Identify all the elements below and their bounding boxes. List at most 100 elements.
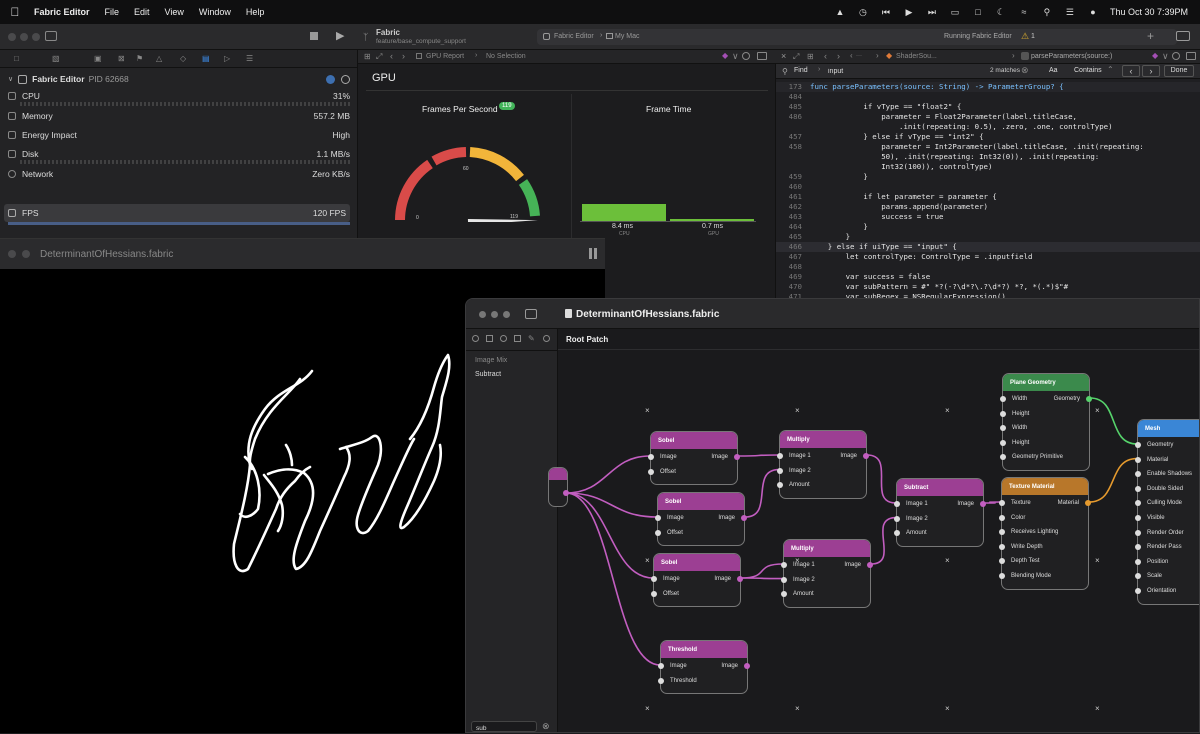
node-texmat[interactable]: Texture Material Texture Color Receives Lig… bbox=[999, 477, 1091, 590]
previous-icon[interactable]: ⏮ bbox=[880, 7, 892, 17]
source-control-icon[interactable]: ▧ bbox=[52, 54, 60, 63]
viewer-close-button[interactable] bbox=[8, 250, 16, 258]
code-line[interactable]: 459 } bbox=[776, 172, 1200, 182]
input-pin[interactable] bbox=[1135, 588, 1141, 594]
library-search-input[interactable] bbox=[472, 724, 532, 732]
clear-find-icon[interactable]: ⊗ bbox=[1021, 65, 1029, 76]
input-pin[interactable] bbox=[1000, 425, 1006, 432]
process-row[interactable]: ∨ Fabric Editor PID 62668 bbox=[8, 70, 350, 88]
next-icon[interactable]: ⏭ bbox=[926, 7, 938, 17]
node-sobel3[interactable]: Sobel Image Offset Image bbox=[651, 553, 743, 608]
filter-info-icon[interactable] bbox=[543, 335, 550, 342]
menu-app-name[interactable]: Fabric Editor bbox=[34, 7, 90, 17]
options-icon[interactable] bbox=[742, 52, 750, 60]
code-line[interactable]: 484 bbox=[776, 92, 1200, 102]
output-pin[interactable] bbox=[734, 454, 740, 460]
chevron-down-icon[interactable]: ∨ bbox=[732, 51, 739, 62]
node-graph-canvas[interactable]: Root Patch Sobel Image Offset Image Sobel Ima… bbox=[548, 329, 1199, 732]
destination-device[interactable]: My Mac bbox=[615, 33, 640, 40]
apple-menu-icon[interactable]:  bbox=[8, 5, 22, 19]
code-line[interactable]: 470 var subPattern = #" *?(-?\d*?\.?\d*?… bbox=[776, 282, 1200, 292]
symbol-icon[interactable]: ▣ bbox=[94, 54, 102, 63]
node-sobel2[interactable]: Sobel Image Offset Image bbox=[655, 492, 747, 547]
input-pin[interactable] bbox=[1135, 573, 1141, 580]
code-line[interactable]: Int32(100)), controlType) bbox=[776, 162, 1200, 172]
connection-wire[interactable] bbox=[565, 492, 661, 666]
input-pin[interactable] bbox=[651, 590, 657, 597]
input-pin[interactable] bbox=[777, 482, 783, 489]
split-editor-icon-2[interactable] bbox=[1186, 52, 1196, 60]
focus-moon-icon[interactable]: ☾ bbox=[995, 7, 1007, 17]
clear-search-icon[interactable]: ⊗ bbox=[542, 721, 550, 732]
find-mode-chevron-icon[interactable]: › bbox=[818, 66, 820, 73]
code-line[interactable]: .init(repeating: 0.5), .zero, .one, cont… bbox=[776, 122, 1200, 132]
editor-function-name[interactable]: parseParameters(source:) bbox=[1031, 53, 1112, 60]
breadcrumb-ellipsis[interactable]: ··· bbox=[856, 53, 862, 59]
gauge-row-network[interactable]: Network Zero KB/s bbox=[8, 165, 350, 183]
connection-wire[interactable] bbox=[740, 577, 784, 580]
close-square-icon[interactable]: ⊠ bbox=[118, 54, 125, 63]
code-line[interactable]: 466 } else if uiType == "input" { bbox=[776, 242, 1200, 252]
node-mesh[interactable]: Mesh Geometry Material Enable Shadows Double… bbox=[1135, 419, 1199, 605]
input-pin[interactable] bbox=[1000, 396, 1006, 402]
input-pin[interactable] bbox=[1135, 456, 1141, 463]
expand-icon[interactable]: ⤢ bbox=[376, 52, 382, 62]
connection-wire[interactable] bbox=[1089, 397, 1138, 445]
breadcrumb-selection[interactable]: No Selection bbox=[486, 53, 526, 60]
code-line[interactable]: 462 params.append(parameter) bbox=[776, 202, 1200, 212]
find-next-button[interactable]: › bbox=[1142, 65, 1160, 77]
connection-wire[interactable] bbox=[744, 468, 780, 518]
back-icon[interactable]: ‹ bbox=[390, 51, 393, 61]
sidebar-toggle-icon[interactable] bbox=[45, 31, 57, 41]
stopwatch-icon[interactable]: ◷ bbox=[857, 7, 869, 17]
input-pin[interactable] bbox=[999, 514, 1005, 521]
battery-icon[interactable]: ▭ bbox=[949, 7, 961, 17]
code-line[interactable]: 458 parameter = Int2Parameter(label.titl… bbox=[776, 142, 1200, 152]
search-icon[interactable]: ⚲ bbox=[1041, 7, 1053, 17]
input-pin[interactable] bbox=[1000, 410, 1006, 417]
editor-minimize-button[interactable] bbox=[491, 311, 498, 318]
editor-file-name[interactable]: ShaderSou... bbox=[896, 53, 937, 60]
output-pin[interactable] bbox=[1086, 396, 1092, 402]
node-multiply1[interactable]: Multiply Image 1 Image 2 Amount Image bbox=[777, 430, 869, 499]
connection-wire[interactable] bbox=[866, 454, 897, 504]
find-mode-icon[interactable]: ⚲ bbox=[782, 67, 788, 76]
output-pin[interactable] bbox=[563, 490, 569, 496]
editor-zoom-button[interactable] bbox=[503, 311, 510, 318]
related-items-icon[interactable]: ⊞ bbox=[364, 52, 371, 61]
node-threshold[interactable]: Threshold Image Threshold Image bbox=[658, 640, 750, 695]
diamond-icon[interactable]: ◆ bbox=[722, 51, 728, 60]
find-previous-button[interactable]: ‹ bbox=[1122, 65, 1140, 77]
bookmark-icon[interactable]: ⚑ bbox=[136, 54, 143, 63]
connection-wire[interactable] bbox=[1088, 457, 1138, 503]
breakpoint-icon[interactable]: ▷ bbox=[224, 54, 230, 63]
zoom-window-button[interactable] bbox=[32, 33, 40, 41]
code-line[interactable]: 464 } bbox=[776, 222, 1200, 232]
code-line[interactable]: 485 if vType == "float2" { bbox=[776, 102, 1200, 112]
input-pin[interactable] bbox=[999, 529, 1005, 536]
filter-edit-icon[interactable]: ✎ bbox=[528, 334, 535, 343]
gauge-row-energy[interactable]: Energy Impact High bbox=[8, 126, 350, 144]
connection-wire[interactable] bbox=[740, 563, 784, 579]
destination-app[interactable]: Fabric Editor bbox=[554, 33, 594, 40]
control-center-icon[interactable]: ☰ bbox=[1064, 7, 1076, 17]
play-icon[interactable]: ▶ bbox=[903, 7, 915, 17]
find-input[interactable] bbox=[828, 66, 996, 77]
input-pin[interactable] bbox=[894, 515, 900, 522]
input-pin[interactable] bbox=[1135, 515, 1141, 521]
expand-editor-icon[interactable]: ⤢ bbox=[793, 52, 799, 62]
forward-icon[interactable]: › bbox=[837, 51, 840, 61]
minimize-window-button[interactable] bbox=[20, 33, 28, 41]
input-pin[interactable] bbox=[1135, 471, 1141, 478]
code-line[interactable]: 467 let controlType: ControlType = .inpu… bbox=[776, 252, 1200, 262]
gauge-row-memory[interactable]: Memory 557.2 MB bbox=[8, 107, 350, 125]
input-pin[interactable] bbox=[648, 468, 654, 475]
folder-icon[interactable]: □ bbox=[14, 54, 19, 63]
chevron-down-icon-2[interactable]: ∨ bbox=[1162, 51, 1169, 62]
output-pin[interactable] bbox=[980, 501, 986, 507]
stop-button[interactable] bbox=[310, 32, 318, 40]
input-pin[interactable] bbox=[1000, 439, 1006, 446]
debug-spray-icon[interactable]: ▤ bbox=[202, 54, 210, 63]
wifi-icon[interactable]: ≈ bbox=[1018, 7, 1030, 17]
branch-name[interactable]: feature/base_compute_support bbox=[376, 38, 466, 45]
